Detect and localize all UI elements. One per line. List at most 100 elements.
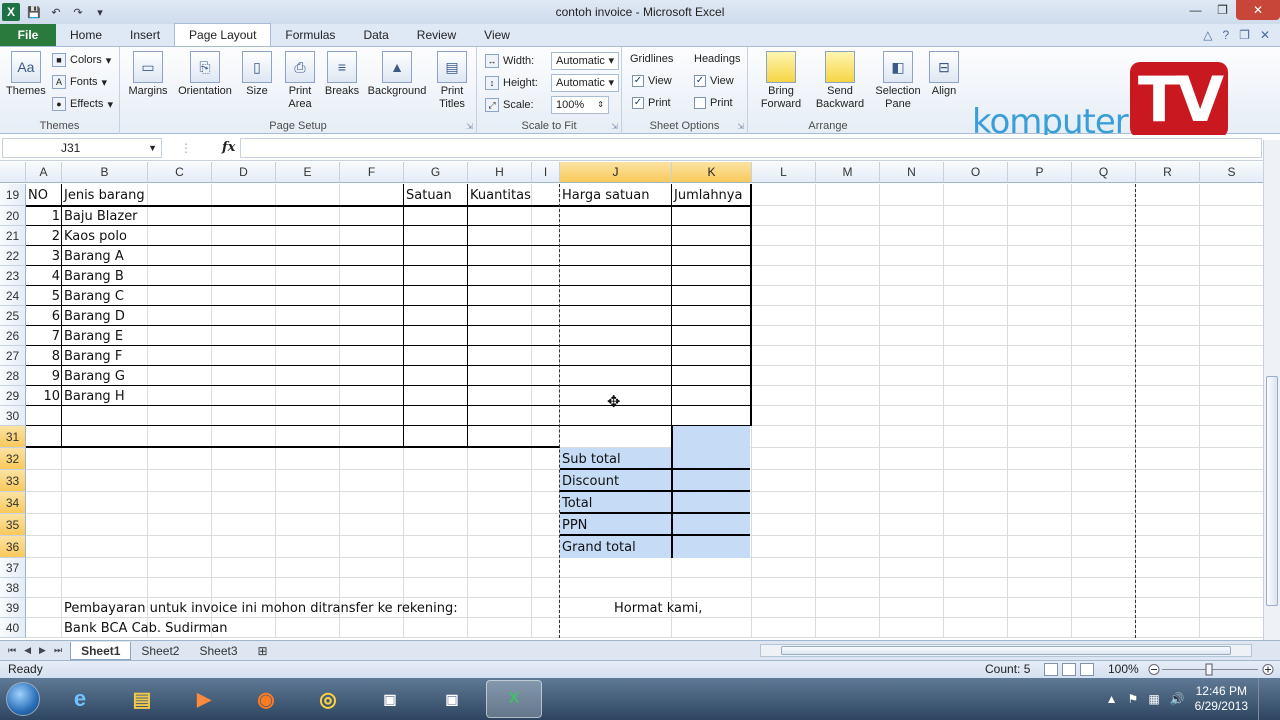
network-icon[interactable]: ▦ (1148, 692, 1159, 706)
file-explorer-icon[interactable]: ▤ (114, 680, 170, 718)
column-header-h[interactable]: H (468, 162, 532, 183)
tab-page-layout[interactable]: Page Layout (174, 23, 272, 46)
header-unit[interactable]: Satuan (404, 184, 468, 206)
chrome-icon[interactable]: ◎ (300, 680, 356, 718)
row-header-35[interactable]: 35 (0, 514, 26, 536)
column-header-r[interactable]: R (1136, 162, 1200, 183)
page-layout-view-icon[interactable] (1062, 663, 1076, 676)
send-backward-button[interactable]: Send Backward (812, 51, 868, 111)
item-number[interactable]: 3 (26, 246, 62, 266)
gridlines-print-checkbox[interactable]: ✓ Print (632, 97, 671, 109)
excel-logo-icon[interactable]: X (2, 3, 20, 21)
page-setup-launcher-icon[interactable]: ⇲ (466, 122, 473, 131)
item-name[interactable]: Barang H (62, 386, 262, 406)
select-all-button[interactable] (0, 162, 26, 183)
row-header-31[interactable]: 31 (0, 426, 26, 448)
minimize-button[interactable]: — (1182, 0, 1209, 20)
column-header-d[interactable]: D (212, 162, 276, 183)
sheet-options-launcher-icon[interactable]: ⇲ (737, 122, 744, 131)
restore-window-icon[interactable]: ❐ (1239, 28, 1250, 42)
internet-explorer-icon[interactable]: e (52, 680, 108, 718)
sheet-tab-3[interactable]: Sheet3 (189, 642, 247, 660)
themes-button[interactable]: Aa Themes (6, 51, 46, 98)
item-number[interactable]: 1 (26, 206, 62, 226)
column-header-m[interactable]: M (816, 162, 880, 183)
undo-icon[interactable]: ↶ (48, 4, 64, 20)
fonts-button[interactable]: A Fonts ▾ (52, 75, 107, 89)
row-header-40[interactable]: 40 (0, 618, 26, 638)
column-header-k[interactable]: K (672, 162, 752, 183)
tab-formulas[interactable]: Formulas (271, 24, 349, 46)
firefox-icon[interactable]: ◉ (238, 680, 294, 718)
page-break-view-icon[interactable] (1080, 663, 1094, 676)
print-area-button[interactable]: ⎙ Print Area (282, 51, 318, 111)
row-header-30[interactable]: 30 (0, 406, 26, 426)
sheet-tab-1[interactable]: Sheet1 (70, 641, 132, 660)
item-number[interactable]: 9 (26, 366, 62, 386)
width-select[interactable]: Automatic ▾ (551, 52, 619, 70)
next-sheet-icon[interactable]: ▶ (39, 645, 46, 656)
row-header-26[interactable]: 26 (0, 326, 26, 346)
minimize-ribbon-icon[interactable]: △ (1203, 28, 1212, 42)
item-number[interactable]: 6 (26, 306, 62, 326)
summary-label[interactable]: Total (560, 492, 672, 514)
show-hidden-icons-icon[interactable]: ▲ (1106, 692, 1118, 706)
item-name[interactable]: Barang D (62, 306, 262, 326)
close-workbook-icon[interactable]: ✕ (1260, 28, 1270, 42)
item-name[interactable]: Barang B (62, 266, 262, 286)
summary-label[interactable]: PPN (560, 514, 672, 536)
column-header-i[interactable]: I (532, 162, 560, 183)
row-header-20[interactable]: 20 (0, 206, 26, 226)
colors-button[interactable]: ■ Colors ▾ (52, 53, 111, 67)
row-header-39[interactable]: 39 (0, 598, 26, 618)
chevron-down-icon[interactable]: ▼ (148, 139, 157, 157)
item-name[interactable]: Barang A (62, 246, 262, 266)
align-button[interactable]: ⊟ Align (928, 51, 960, 98)
item-name[interactable]: Kaos polo (62, 226, 262, 246)
row-header-27[interactable]: 27 (0, 346, 26, 366)
header-no[interactable]: NO (26, 184, 62, 206)
row-header-29[interactable]: 29 (0, 386, 26, 406)
column-header-c[interactable]: C (148, 162, 212, 183)
tab-view[interactable]: View (470, 24, 524, 46)
column-header-j[interactable]: J (560, 162, 672, 183)
insert-function-icon[interactable]: fx (222, 140, 235, 155)
item-name[interactable]: Barang G (62, 366, 262, 386)
regards-text[interactable]: Hormat kami, (612, 598, 762, 618)
save-icon[interactable]: 💾 (26, 4, 42, 20)
row-header-25[interactable]: 25 (0, 306, 26, 326)
item-name[interactable]: Barang F (62, 346, 262, 366)
column-header-q[interactable]: Q (1072, 162, 1136, 183)
breaks-button[interactable]: ≡ Breaks (324, 51, 360, 98)
system-clock[interactable]: 12:46 PM 6/29/2013 (1195, 684, 1248, 714)
column-header-n[interactable]: N (880, 162, 944, 183)
customize-qat-icon[interactable]: ▾ (92, 4, 108, 20)
column-header-l[interactable]: L (752, 162, 816, 183)
row-header-21[interactable]: 21 (0, 226, 26, 246)
tab-home[interactable]: Home (56, 24, 116, 46)
excel-taskbar-icon[interactable]: X (486, 680, 542, 718)
header-total[interactable]: Jumlahnya (672, 184, 752, 206)
help-icon[interactable]: ? (1222, 28, 1229, 42)
close-button[interactable]: ✕ (1236, 0, 1280, 20)
column-header-p[interactable]: P (1008, 162, 1072, 183)
recorder-icon[interactable]: ▣ (424, 680, 480, 718)
header-price[interactable]: Harga satuan (560, 184, 672, 206)
flag-icon[interactable]: ⚑ (1128, 692, 1139, 706)
bank-info[interactable]: Bank BCA Cab. Sudirman (62, 618, 362, 638)
payment-note[interactable]: Pembayaran untuk invoice ini mohon ditra… (62, 598, 482, 618)
tab-insert[interactable]: Insert (116, 24, 174, 46)
item-number[interactable]: 7 (26, 326, 62, 346)
height-select[interactable]: Automatic ▾ (551, 74, 619, 92)
column-header-o[interactable]: O (944, 162, 1008, 183)
item-number[interactable]: 5 (26, 286, 62, 306)
row-header-22[interactable]: 22 (0, 246, 26, 266)
header-qty[interactable]: Kuantitas (468, 184, 532, 206)
scale-to-fit-launcher-icon[interactable]: ⇲ (611, 122, 618, 131)
size-button[interactable]: ▯ Size (242, 51, 272, 98)
horizontal-scroll-thumb[interactable] (781, 646, 1231, 655)
volume-icon[interactable]: 🔊 (1170, 692, 1185, 706)
row-header-36[interactable]: 36 (0, 536, 26, 558)
row-header-28[interactable]: 28 (0, 366, 26, 386)
sheet-tab-2[interactable]: Sheet2 (131, 642, 189, 660)
